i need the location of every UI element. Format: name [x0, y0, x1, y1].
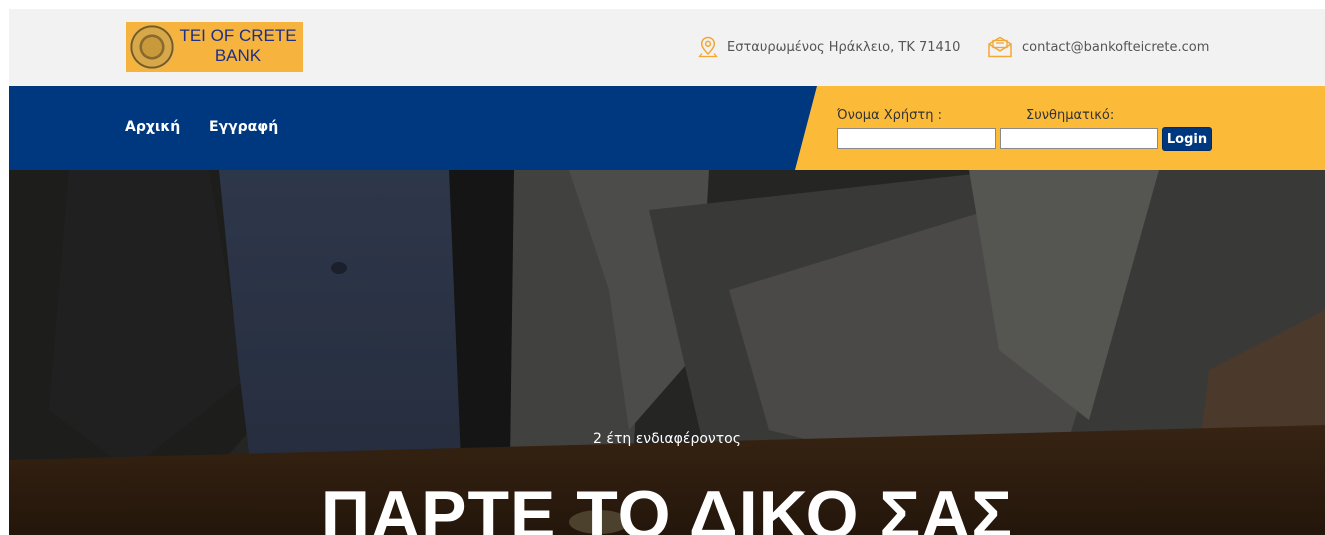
nav-register[interactable]: Εγγραφή [209, 119, 278, 135]
hero-banner: 2 έτη ενδιαφέροντος ΠΑΡΤΕ ΤΟ ΔΙΚΟ ΣΑΣ [9, 170, 1325, 535]
login-button[interactable]: Login [1162, 127, 1212, 151]
page: TEI OF CRETE BANK Εσταυρωμένος Ηράκλειο,… [9, 9, 1325, 535]
address-text: Εσταυρωμένος Ηράκλειο, ΤΚ 71410 [727, 39, 961, 55]
hero-title: ΠΑΡΤΕ ΤΟ ΔΙΚΟ ΣΑΣ [320, 477, 1014, 535]
bank-logo[interactable]: TEI OF CRETE BANK [126, 22, 303, 72]
username-label: Όνομα Χρήστη : [837, 108, 942, 123]
contact-email[interactable]: contact@bankofteicrete.com [987, 36, 1209, 58]
contact-address: Εσταυρωμένος Ηράκλειο, ΤΚ 71410 [698, 36, 960, 58]
logo-line-1: TEI OF CRETE [179, 26, 297, 45]
top-header: TEI OF CRETE BANK Εσταυρωμένος Ηράκλειο,… [9, 9, 1325, 86]
nav-home[interactable]: Αρχική [125, 119, 180, 135]
logo-line-2: BANK [214, 46, 262, 65]
envelope-icon [988, 36, 1012, 58]
password-label: Συνθηματικό: [1026, 108, 1115, 123]
username-input[interactable] [837, 128, 996, 149]
password-input[interactable] [1000, 128, 1158, 149]
email-text[interactable]: contact@bankofteicrete.com [1022, 40, 1209, 55]
hero-subtitle: 2 έτη ενδιαφέροντος [593, 431, 741, 447]
login-panel: Όνομα Χρήστη : Συνθηματικό: Login [795, 86, 1325, 170]
map-pin-icon [698, 36, 718, 58]
logo-text: TEI OF CRETE BANK [176, 26, 300, 66]
logo-seal [129, 24, 175, 70]
main-navbar: Αρχική Εγγραφή Όνομα Χρήστη : Συνθηματικ… [9, 86, 1325, 170]
